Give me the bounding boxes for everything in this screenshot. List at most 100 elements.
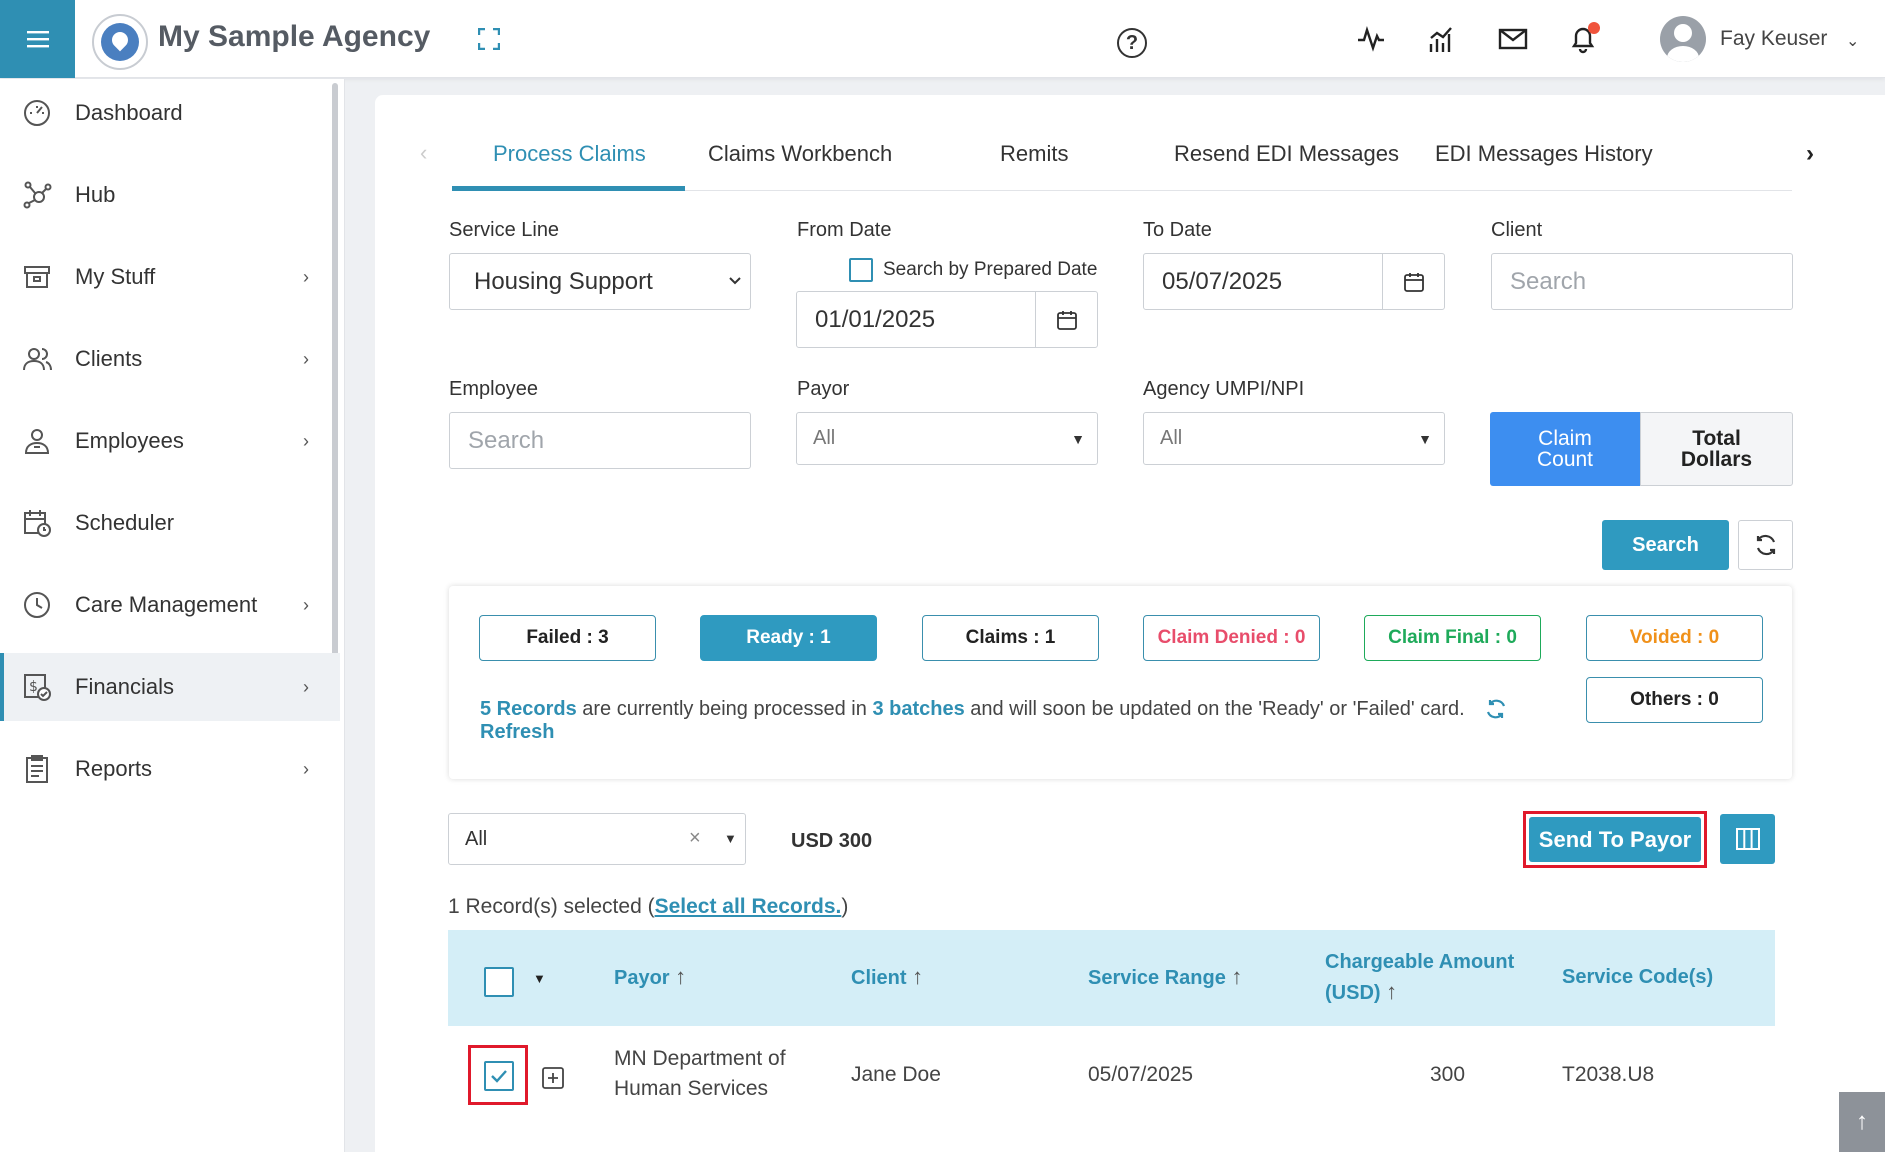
clear-icon[interactable]: × xyxy=(689,827,701,850)
activity-icon[interactable] xyxy=(1356,24,1386,54)
to-date-value: 05/07/2025 xyxy=(1162,267,1283,295)
chevron-down-icon[interactable]: ⌄ xyxy=(1846,31,1859,51)
menu-icon[interactable] xyxy=(0,0,75,78)
tab-remits[interactable]: Remits xyxy=(1000,141,1068,167)
tab-prev-arrow-icon[interactable]: ‹ xyxy=(420,140,427,166)
header-service-range[interactable]: Service Range ↑ xyxy=(1088,962,1242,993)
avatar[interactable] xyxy=(1660,16,1706,62)
sort-arrow-icon: ↑ xyxy=(1386,979,1398,1004)
columns-icon xyxy=(1735,828,1760,850)
selected-total: USD 300 xyxy=(791,830,873,852)
caret-down-icon[interactable]: ▼ xyxy=(533,971,546,986)
selection-count-text: 1 Record(s) selected ( xyxy=(448,895,655,918)
claims-filter-select[interactable]: All × ▼ xyxy=(448,813,746,865)
svg-text:$: $ xyxy=(29,679,38,695)
sidebar-item-care-management[interactable]: Care Management › xyxy=(0,571,340,639)
payor-select[interactable]: All ▼ xyxy=(796,412,1098,465)
info-text-mid: are currently being processed in xyxy=(576,698,873,720)
others-status-button[interactable]: Others : 0 xyxy=(1586,677,1763,723)
employee-search-input[interactable]: Search xyxy=(449,412,751,469)
prepared-date-checkbox[interactable] xyxy=(849,258,873,282)
to-date-calendar-button[interactable] xyxy=(1382,254,1444,309)
from-date-input[interactable]: 01/01/2025 xyxy=(796,291,1098,348)
batches-count-link[interactable]: 3 batches xyxy=(872,698,964,720)
sidebar-item-hub[interactable]: Hub xyxy=(0,161,340,229)
sidebar-item-reports[interactable]: Reports › xyxy=(0,735,340,803)
calendar-icon xyxy=(1056,310,1077,330)
caret-down-icon: ▼ xyxy=(724,831,737,846)
cell-payor: MN Department of Human Services xyxy=(614,1044,786,1104)
my-stuff-icon xyxy=(24,266,50,288)
caret-down-icon: ▼ xyxy=(1418,430,1432,447)
client-search-input[interactable]: Search xyxy=(1491,253,1793,310)
claim-final-status-button[interactable]: Claim Final : 0 xyxy=(1364,615,1541,661)
sidebar-item-label: Care Management xyxy=(75,592,258,617)
sidebar-item-label: Scheduler xyxy=(75,510,175,535)
header-service-codes[interactable]: Service Code(s) xyxy=(1562,962,1713,992)
header-client[interactable]: Client ↑ xyxy=(851,962,923,993)
mail-icon[interactable] xyxy=(1498,24,1528,54)
sidebar-item-clients[interactable]: Clients › xyxy=(0,325,340,393)
tab-next-arrow-icon[interactable]: › xyxy=(1806,140,1814,168)
row-checkbox[interactable] xyxy=(484,1061,514,1091)
sidebar-item-label: Clients xyxy=(75,346,143,371)
refresh-link[interactable]: Refresh xyxy=(480,721,554,744)
sidebar-item-label: Dashboard xyxy=(75,100,183,125)
tab-process-claims[interactable]: Process Claims xyxy=(493,141,646,167)
reset-button[interactable] xyxy=(1738,520,1793,570)
sidebar-item-scheduler[interactable]: Scheduler xyxy=(0,489,340,557)
send-to-payor-button[interactable]: Send To Payor xyxy=(1529,817,1701,862)
dashboard-icon xyxy=(24,100,50,126)
sidebar-item-label: Hub xyxy=(75,182,116,207)
sidebar-item-employees[interactable]: Employees › xyxy=(0,407,340,475)
user-name[interactable]: Fay Keuser xyxy=(1720,27,1827,51)
total-dollars-line2: Dollars xyxy=(1680,448,1753,471)
sidebar-item-dashboard[interactable]: Dashboard xyxy=(0,79,340,147)
to-date-label: To Date xyxy=(1143,219,1212,241)
scroll-to-top-button[interactable]: ↑ xyxy=(1839,1092,1885,1152)
send-to-payor-highlight: Send To Payor xyxy=(1523,811,1707,868)
help-icon[interactable]: ? xyxy=(1117,28,1147,58)
sync-icon[interactable] xyxy=(1484,697,1508,721)
ready-status-button[interactable]: Ready : 1 xyxy=(700,615,877,661)
sidebar-item-my-stuff[interactable]: My Stuff › xyxy=(0,243,340,311)
sidebar-item-label: My Stuff xyxy=(75,264,156,289)
expand-row-icon[interactable] xyxy=(541,1066,565,1090)
claim-denied-status-button[interactable]: Claim Denied : 0 xyxy=(1143,615,1320,661)
tab-edi-messages-history[interactable]: EDI Messages History xyxy=(1435,141,1653,167)
to-date-input[interactable]: 05/07/2025 xyxy=(1143,253,1445,310)
column-chooser-button[interactable] xyxy=(1720,814,1775,864)
header-chargeable-amount[interactable]: Chargeable Amount (USD) ↑ xyxy=(1325,947,1514,1008)
selection-close-paren: ) xyxy=(841,895,849,918)
cell-service-range: 05/07/2025 xyxy=(1088,1063,1194,1086)
from-date-calendar-button[interactable] xyxy=(1035,292,1097,347)
select-all-records-link[interactable]: Select all Records. xyxy=(655,895,842,918)
tab-claims-workbench[interactable]: Claims Workbench xyxy=(708,141,892,167)
select-all-checkbox[interactable] xyxy=(484,967,514,997)
fullscreen-icon[interactable] xyxy=(478,28,500,50)
analytics-icon[interactable] xyxy=(1427,24,1457,54)
sort-arrow-icon: ↑ xyxy=(675,964,687,989)
cell-amount: 300 xyxy=(1430,1063,1466,1086)
sort-arrow-icon: ↑ xyxy=(912,964,924,989)
header-payor[interactable]: Payor ↑ xyxy=(614,962,686,993)
total-dollars-toggle[interactable]: Total Dollars xyxy=(1640,412,1793,486)
total-dollars-line1: Total xyxy=(1692,427,1741,450)
voided-status-button[interactable]: Voided : 0 xyxy=(1586,615,1763,661)
sidebar-item-label: Financials xyxy=(75,674,175,699)
records-count-link[interactable]: 5 Records xyxy=(480,698,577,720)
active-tab-indicator xyxy=(452,186,685,191)
search-button[interactable]: Search xyxy=(1602,520,1729,570)
reports-icon xyxy=(26,755,48,783)
chevron-right-icon: › xyxy=(303,348,309,369)
caret-down-icon: ▼ xyxy=(1071,430,1085,447)
claim-count-toggle[interactable]: Claim Count xyxy=(1490,412,1640,486)
tab-resend-edi-messages[interactable]: Resend EDI Messages xyxy=(1174,141,1399,167)
agency-umpi-select[interactable]: All ▼ xyxy=(1143,412,1445,465)
service-line-select[interactable]: Housing Support xyxy=(449,253,751,310)
claims-status-button[interactable]: Claims : 1 xyxy=(922,615,1099,661)
sort-arrow-icon: ↑ xyxy=(1231,964,1243,989)
refresh-icon xyxy=(1756,534,1775,556)
sidebar-item-financials[interactable]: $ Financials › xyxy=(0,653,340,721)
failed-status-button[interactable]: Failed : 3 xyxy=(479,615,656,661)
